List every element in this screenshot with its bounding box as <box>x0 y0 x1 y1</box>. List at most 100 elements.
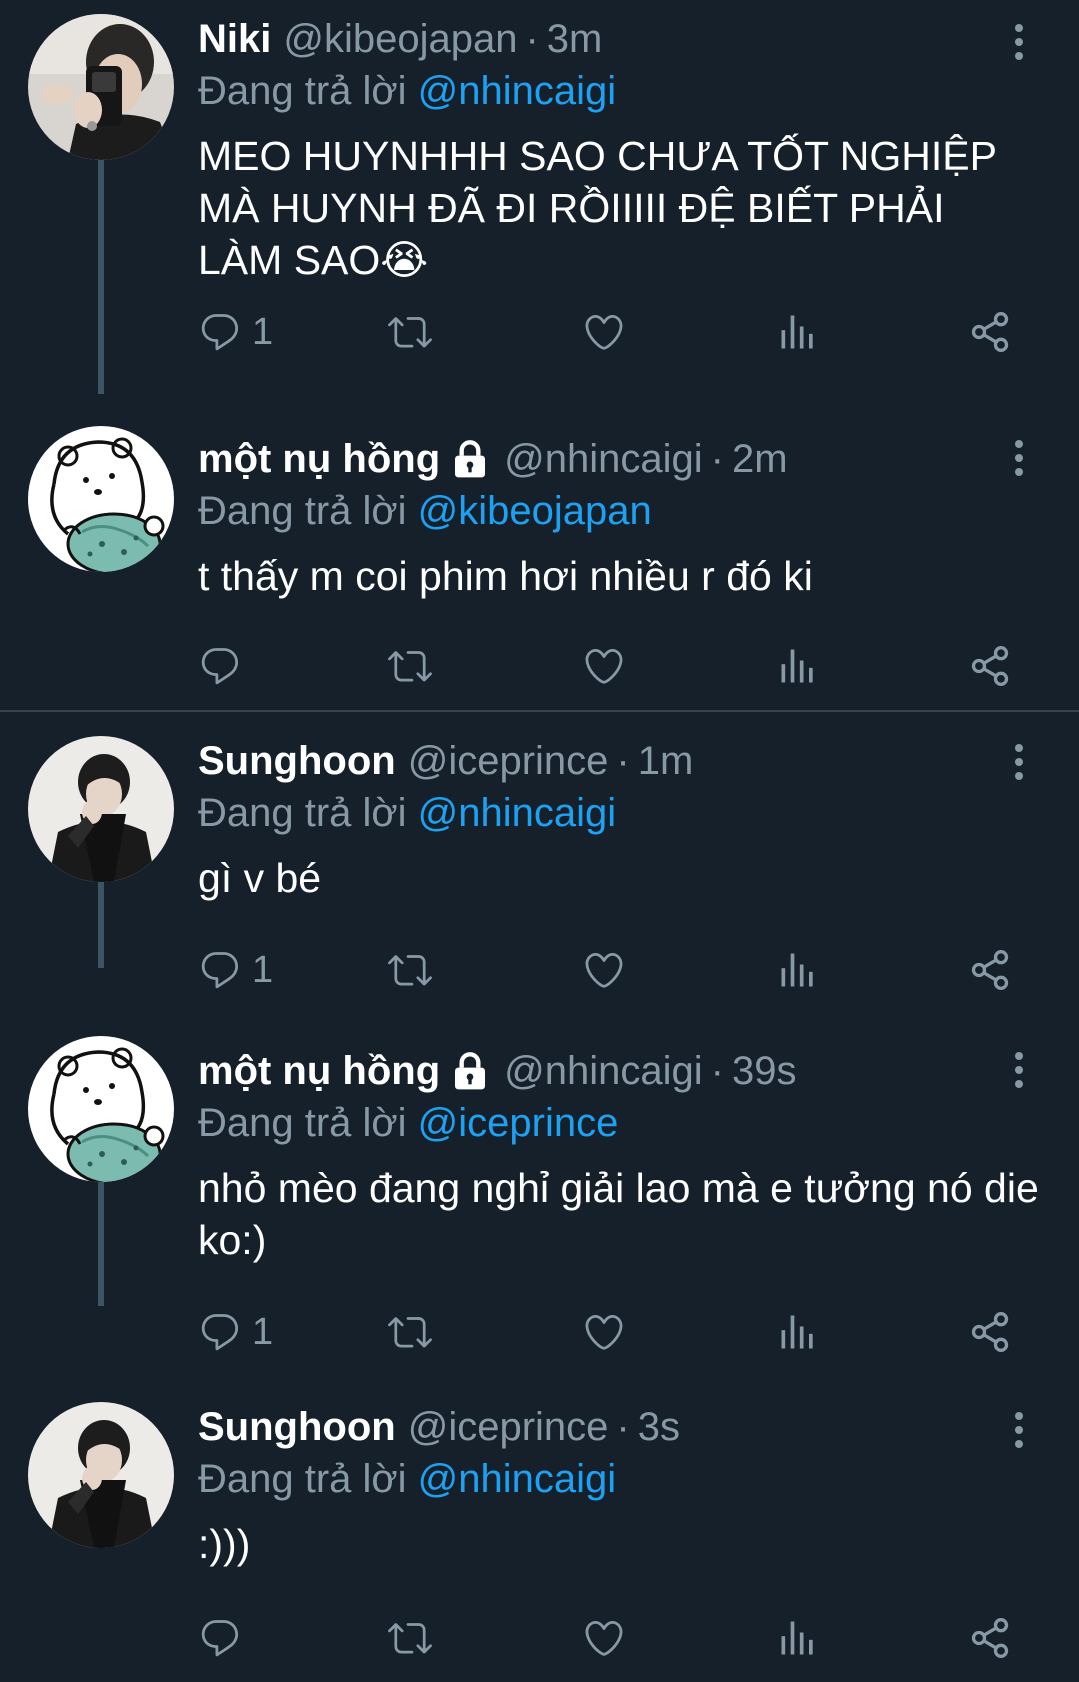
share-icon <box>968 310 1012 354</box>
timestamp[interactable]: 1m <box>638 736 694 786</box>
reply-mention[interactable]: @iceprince <box>418 1101 619 1145</box>
selfie-avatar-image <box>28 14 174 160</box>
heart-icon <box>582 310 626 354</box>
user-handle[interactable]: @iceprince <box>408 1402 609 1452</box>
avatar[interactable] <box>28 1402 174 1548</box>
like-button[interactable] <box>582 1308 626 1356</box>
user-handle[interactable]: @kibeojapan <box>283 14 517 64</box>
timestamp[interactable]: 2m <box>732 434 788 484</box>
tweet[interactable]: Sunghoon @iceprince · 3s Đang trả lời @n… <box>0 1380 1079 1680</box>
separator-dot: · <box>616 739 630 783</box>
reply-mention[interactable]: @nhincaigi <box>418 1457 617 1501</box>
timestamp[interactable]: 3m <box>547 14 603 64</box>
like-button[interactable] <box>582 642 626 690</box>
analytics-icon <box>776 310 820 354</box>
tweet[interactable]: Sunghoon @iceprince · 1m Đang trả lời @n… <box>0 712 1079 1012</box>
like-button[interactable] <box>582 946 626 994</box>
more-options-icon[interactable] <box>1007 1046 1031 1094</box>
display-name[interactable]: Niki <box>198 14 271 64</box>
bear-avatar-image <box>28 1036 174 1182</box>
heart-icon <box>582 948 626 992</box>
separator-dot: · <box>616 1405 630 1449</box>
tweet-text: nhỏ mèo đang nghỉ giải lao mà e tưởng nó… <box>198 1165 1039 1263</box>
share-icon <box>968 644 1012 688</box>
avatar[interactable] <box>28 1036 174 1182</box>
retweet-icon <box>388 1310 432 1354</box>
user-handle[interactable]: @iceprince <box>408 736 609 786</box>
more-options-icon[interactable] <box>1007 738 1031 786</box>
tweet-text: gì v bé <box>198 855 322 901</box>
avatar[interactable] <box>28 426 174 572</box>
more-options-icon[interactable] <box>1007 434 1031 482</box>
reply-mention[interactable]: @kibeojapan <box>418 489 652 533</box>
replying-to: Đang trả lời @kibeojapan <box>198 484 1039 538</box>
reply-button[interactable]: 1 <box>198 1308 273 1356</box>
share-button[interactable] <box>968 308 1012 356</box>
timestamp[interactable]: 39s <box>732 1046 797 1096</box>
separator-dot: · <box>525 17 539 61</box>
tweet-text: t thấy m coi phim hơi nhiều r đó ki <box>198 553 813 599</box>
avatar[interactable] <box>28 14 174 160</box>
retweet-button[interactable] <box>388 946 432 994</box>
separator-dot: · <box>710 437 724 481</box>
analytics-button[interactable] <box>776 642 820 690</box>
reply-prefix: Đang trả lời <box>198 489 407 533</box>
analytics-icon <box>776 1310 820 1354</box>
display-name[interactable]: một nụ hồng <box>198 1046 440 1096</box>
retweet-button[interactable] <box>388 308 432 356</box>
person-avatar-image <box>28 1402 174 1548</box>
reply-button[interactable] <box>198 1614 252 1662</box>
tweet[interactable]: một nụ hồng @nhincaigi · 39s Đang trả lờ… <box>0 1012 1079 1353</box>
share-button[interactable] <box>968 1308 1012 1356</box>
tweet[interactable]: một nụ hồng @nhincaigi · 2m Đang trả lời… <box>0 400 1079 710</box>
timestamp[interactable]: 3s <box>638 1402 680 1452</box>
heart-icon <box>582 1616 626 1660</box>
reply-icon <box>198 1310 242 1354</box>
reply-prefix: Đang trả lời <box>198 69 407 113</box>
reply-icon <box>198 644 242 688</box>
analytics-button[interactable] <box>776 1614 820 1662</box>
display-name[interactable]: Sunghoon <box>198 1402 396 1452</box>
retweet-button[interactable] <box>388 642 432 690</box>
reply-button[interactable] <box>198 642 252 690</box>
heart-icon <box>582 1310 626 1354</box>
bear-avatar-image <box>28 426 174 572</box>
share-icon <box>968 1616 1012 1660</box>
analytics-icon <box>776 644 820 688</box>
analytics-button[interactable] <box>776 308 820 356</box>
analytics-button[interactable] <box>776 1308 820 1356</box>
heart-icon <box>582 644 626 688</box>
lock-icon <box>450 1051 490 1091</box>
share-button[interactable] <box>968 1614 1012 1662</box>
reply-icon <box>198 310 242 354</box>
analytics-button[interactable] <box>776 946 820 994</box>
reply-button[interactable]: 1 <box>198 308 273 356</box>
avatar[interactable] <box>28 736 174 882</box>
separator-dot: · <box>710 1049 724 1093</box>
share-icon <box>968 948 1012 992</box>
user-handle[interactable]: @nhincaigi <box>504 1046 703 1096</box>
display-name[interactable]: một nụ hồng <box>198 434 440 484</box>
person-avatar-image <box>28 736 174 882</box>
retweet-button[interactable] <box>388 1614 432 1662</box>
replying-to: Đang trả lời @iceprince <box>198 1096 1039 1150</box>
reply-prefix: Đang trả lời <box>198 1101 407 1145</box>
replying-to: Đang trả lời @nhincaigi <box>198 1452 1039 1506</box>
analytics-icon <box>776 948 820 992</box>
share-button[interactable] <box>968 642 1012 690</box>
retweet-icon <box>388 644 432 688</box>
like-button[interactable] <box>582 1614 626 1662</box>
more-options-icon[interactable] <box>1007 18 1031 66</box>
retweet-button[interactable] <box>388 1308 432 1356</box>
like-button[interactable] <box>582 308 626 356</box>
reply-mention[interactable]: @nhincaigi <box>418 69 617 113</box>
reply-icon <box>198 1616 242 1660</box>
share-button[interactable] <box>968 946 1012 994</box>
user-handle[interactable]: @nhincaigi <box>504 434 703 484</box>
more-options-icon[interactable] <box>1007 1406 1031 1454</box>
display-name[interactable]: Sunghoon <box>198 736 396 786</box>
tweet[interactable]: Niki @kibeojapan · 3m Đang trả lời @nhin… <box>0 0 1079 380</box>
reply-mention[interactable]: @nhincaigi <box>418 791 617 835</box>
tweet-text: :))) <box>198 1521 251 1567</box>
reply-button[interactable]: 1 <box>198 946 273 994</box>
